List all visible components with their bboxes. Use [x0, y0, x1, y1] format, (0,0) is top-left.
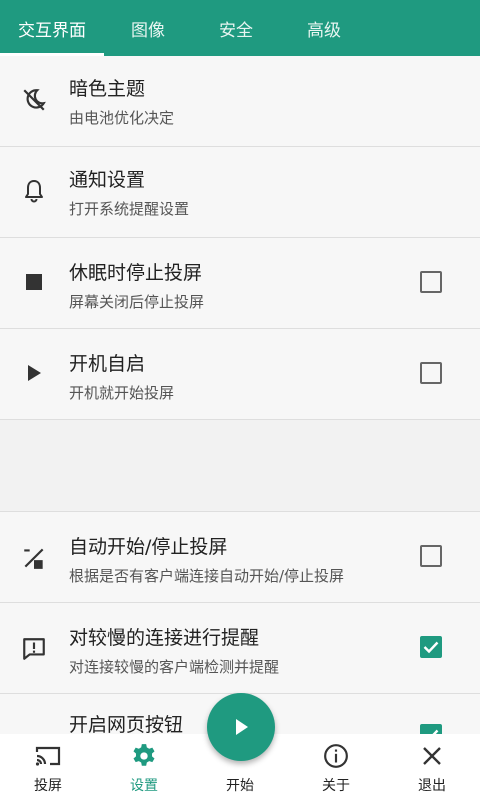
- nav-cast[interactable]: 投屏: [0, 734, 96, 800]
- autostart-checkbox[interactable]: [420, 362, 442, 384]
- section-gap: [0, 420, 480, 512]
- setting-subtitle: 根据是否有客户端连接自动开始/停止投屏: [69, 567, 345, 585]
- gear-icon: [130, 742, 158, 770]
- setting-subtitle: 对连接较慢的客户端检测并提醒: [69, 658, 280, 676]
- dark-theme-icon: [20, 86, 48, 114]
- setting-title: 暗色主题: [69, 78, 146, 100]
- nav-label: 设置: [130, 778, 158, 794]
- setting-dark-theme[interactable]: 暗色主题 由电池优化决定: [0, 56, 480, 147]
- setting-title: 对较慢的连接进行提醒: [69, 627, 260, 649]
- setting-stop-on-sleep[interactable]: 休眠时停止投屏 屏幕关闭后停止投屏: [0, 238, 480, 329]
- auto-start-stop-checkbox[interactable]: [420, 545, 442, 567]
- tab-advanced[interactable]: 高级: [280, 0, 368, 56]
- nav-label: 退出: [418, 778, 446, 794]
- close-icon: [418, 742, 446, 770]
- settings-list: 暗色主题 由电池优化决定 通知设置 打开系统提醒设置 休眠时停止投屏 屏幕关闭后…: [0, 56, 480, 774]
- setting-title: 通知设置: [69, 169, 146, 191]
- nav-label: 关于: [322, 778, 350, 794]
- setting-slow-connection-alert[interactable]: 对较慢的连接进行提醒 对连接较慢的客户端检测并提醒: [0, 603, 480, 694]
- stop-on-sleep-checkbox[interactable]: [420, 271, 442, 293]
- start-fab-button[interactable]: [207, 693, 275, 761]
- stop-icon: [20, 268, 48, 296]
- setting-subtitle: 开机就开始投屏: [69, 384, 175, 402]
- setting-subtitle: 打开系统提醒设置: [69, 200, 190, 218]
- checkmark-icon: [423, 641, 439, 654]
- nav-label: 开始: [226, 778, 254, 794]
- setting-title: 开启网页按钮: [69, 714, 184, 736]
- play-icon: [236, 719, 248, 735]
- setting-auto-start-stop[interactable]: 自动开始/停止投屏 根据是否有客户端连接自动开始/停止投屏: [0, 512, 480, 603]
- info-icon: [322, 742, 350, 770]
- setting-title: 自动开始/停止投屏: [69, 536, 228, 558]
- nav-settings[interactable]: 设置: [96, 734, 192, 800]
- setting-notification[interactable]: 通知设置 打开系统提醒设置: [0, 147, 480, 238]
- setting-subtitle: 屏幕关闭后停止投屏: [69, 293, 205, 311]
- slow-connection-checkbox[interactable]: [420, 636, 442, 658]
- top-tab-bar: 交互界面 图像 安全 高级: [0, 0, 480, 56]
- nav-label: 投屏: [34, 778, 62, 794]
- tab-image[interactable]: 图像: [104, 0, 192, 56]
- cast-icon: [34, 742, 62, 770]
- nav-about[interactable]: 关于: [288, 734, 384, 800]
- setting-title: 开机自启: [69, 353, 146, 375]
- alert-message-icon: [20, 635, 48, 663]
- nav-exit[interactable]: 退出: [384, 734, 480, 800]
- setting-title: 休眠时停止投屏: [69, 262, 203, 284]
- setting-autostart[interactable]: 开机自启 开机就开始投屏: [0, 329, 480, 420]
- setting-subtitle: 由电池优化决定: [69, 109, 175, 127]
- play-icon: [20, 359, 48, 387]
- auto-toggle-icon: [20, 544, 48, 572]
- tab-interface[interactable]: 交互界面: [0, 0, 104, 56]
- tab-security[interactable]: 安全: [192, 0, 280, 56]
- bell-icon: [20, 177, 48, 205]
